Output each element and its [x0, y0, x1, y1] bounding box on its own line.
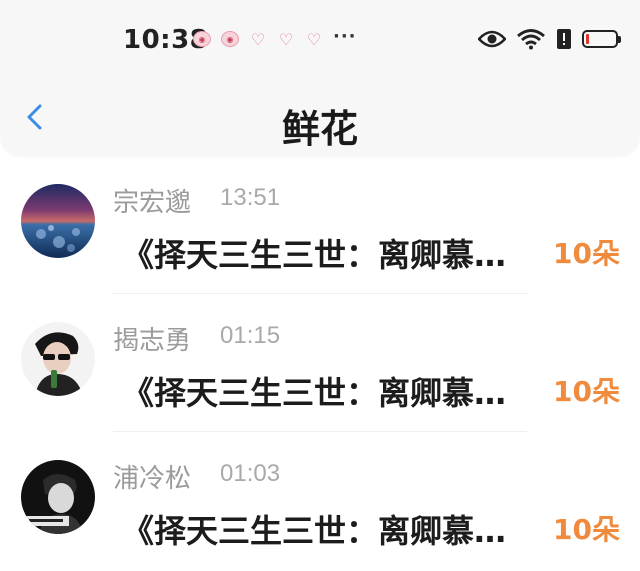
gift-list: 宗宏邈 13:51 《择天三生三世：离卿慕… 10朵 揭志勇 01:15 《择天…: [0, 156, 640, 570]
page-title: 鲜花: [281, 107, 358, 151]
battery-icon: [582, 30, 621, 48]
nav-bar: 鲜花: [0, 80, 640, 156]
message-text: 《择天三生三世：离卿慕…: [122, 512, 507, 550]
sent-time: 01:03: [220, 460, 281, 487]
sim-alert-icon: [557, 29, 571, 49]
more-notifications-icon: ···: [333, 26, 357, 47]
list-item[interactable]: 宗宏邈 13:51 《择天三生三世：离卿慕… 10朵: [0, 156, 640, 294]
heart-icon: ♡: [278, 29, 294, 49]
list-item[interactable]: 揭志勇 01:15 《择天三生三世：离卿慕… 10朵: [0, 294, 640, 432]
message-text: 《择天三生三世：离卿慕…: [122, 236, 507, 274]
avatar-lake-ice-icon: [21, 184, 95, 258]
avatar[interactable]: [21, 184, 95, 258]
heart-icon: ♡: [306, 29, 322, 49]
eye-icon: [478, 30, 506, 48]
sent-time: 01:15: [220, 322, 281, 349]
wifi-icon: [517, 29, 545, 50]
notif-badge-icon: ◉: [193, 31, 211, 47]
sent-time: 13:51: [220, 184, 281, 211]
message-text: 《择天三生三世：离卿慕…: [122, 374, 507, 412]
flower-count: 10朵: [553, 513, 620, 546]
sender-name: 浦冷松: [113, 464, 192, 494]
flower-count: 10朵: [553, 237, 620, 270]
notification-icons: ◉ ◉ ♡ ♡ ♡: [193, 29, 323, 49]
avatar-man-sunglasses-icon: [21, 322, 95, 396]
sender-name: 宗宏邈: [113, 188, 192, 218]
list-item[interactable]: 浦冷松 01:03 《择天三生三世：离卿慕… 10朵: [0, 432, 640, 570]
avatar[interactable]: [21, 460, 95, 534]
avatar[interactable]: [21, 322, 95, 396]
avatar-man-bw-icon: [21, 460, 95, 534]
sender-name: 揭志勇: [113, 326, 192, 356]
heart-icon: ♡: [250, 29, 266, 49]
status-bar: 10:38 ◉ ◉ ♡ ♡ ♡ ···: [0, 0, 640, 80]
flower-count: 10朵: [553, 375, 620, 408]
notif-badge-icon: ◉: [221, 31, 239, 47]
battery-level: [586, 34, 589, 44]
status-right-icons: [478, 28, 621, 50]
